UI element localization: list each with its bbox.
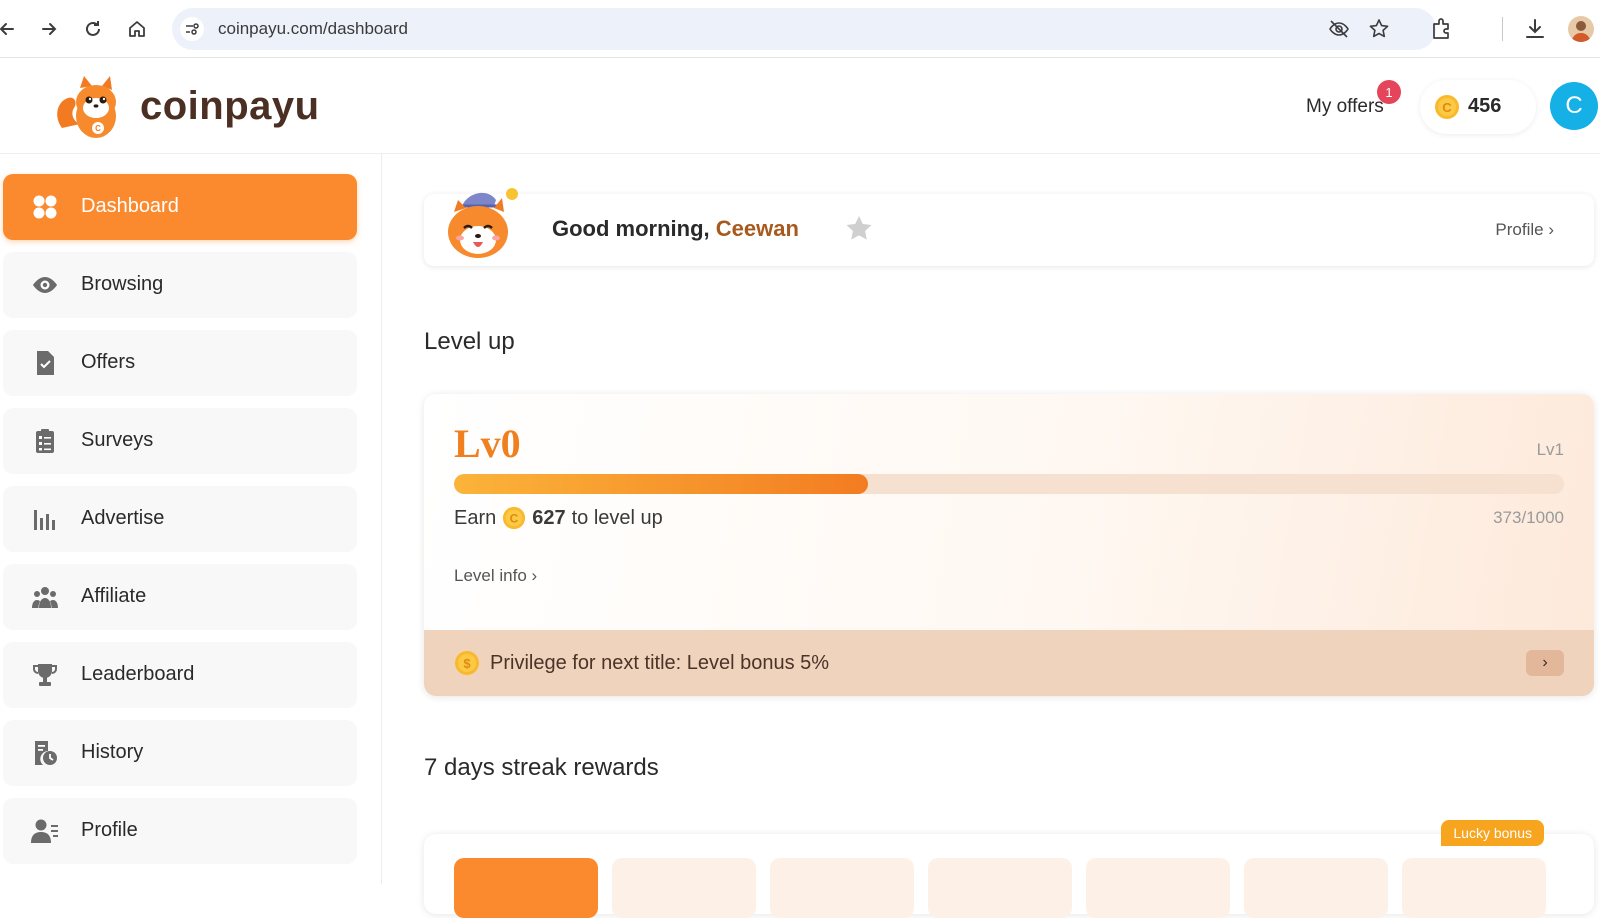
coin-icon: C [503,506,526,530]
dashboard-icon [33,195,57,219]
clipboard-list-icon [36,429,54,453]
level-progress-text: 373/1000 [1493,508,1564,527]
sidebar-item-label: Browsing [81,273,164,295]
current-level: Lv0 [454,421,521,466]
sidebar-item-advertise[interactable]: Advertise [3,486,357,552]
coin-balance[interactable]: C 456 [1420,80,1536,134]
users-icon [32,587,58,608]
profile-link[interactable]: Profile › [1495,220,1554,240]
sidebar-item-offers[interactable]: Offers [3,330,357,396]
brand-name[interactable]: coinpayu [140,84,320,129]
eye-off-icon[interactable] [1328,18,1350,40]
bar-chart-icon [34,510,55,530]
sidebar-item-label: Leaderboard [81,663,195,685]
history-icon [35,741,57,765]
sidebar-item-profile[interactable]: Profile [3,798,357,864]
streak-day-4[interactable] [928,858,1072,918]
extensions-icon[interactable] [1428,16,1454,42]
address-bar[interactable]: coinpayu.com/dashboard [172,8,1436,50]
earn-amount: 627 [532,506,566,529]
my-offers-link[interactable]: My offers [1306,96,1384,118]
forward-icon[interactable] [34,14,64,44]
site-header: C coinpayu My offers 1 C 456 C [0,58,1600,154]
streak-day-1[interactable] [454,858,598,918]
offers-count-badge: 1 [1377,80,1401,104]
home-icon[interactable] [122,14,152,44]
streak-card: Lucky bonus [424,820,1594,918]
main-content: Good morning, Ceewan Profile › Level up … [382,154,1600,918]
greeting-text: Good morning, Ceewan [552,216,799,242]
earn-suffix: to level up [571,506,663,529]
privilege-text: Privilege for next title: Level bonus 5% [490,652,830,674]
trophy-icon [33,664,57,686]
sidebar-item-browsing[interactable]: Browsing [3,252,357,318]
star-icon[interactable] [844,214,874,244]
chevron-right-icon[interactable]: › [1526,650,1564,676]
greeting-card: Good morning, Ceewan Profile › [424,188,1594,266]
level-info-link[interactable]: Level info › [454,566,537,586]
document-check-icon [37,351,54,375]
streak-day-3[interactable] [770,858,914,918]
user-avatar[interactable]: C [1550,82,1598,130]
level-progress-bar [454,474,1564,494]
svg-text:C: C [1442,100,1452,115]
level-card: Lv0 Lv1 Earn C 627 to level up 373/1000 … [424,394,1594,696]
sidebar: Dashboard Browsing Offers Surveys Advert… [0,154,382,884]
download-icon[interactable] [1522,16,1548,42]
sleepy-squirrel-mascot-icon [448,188,518,258]
sidebar-item-affiliate[interactable]: Affiliate [3,564,357,630]
greeting-prefix: Good morning, [552,216,716,241]
dollar-coin-icon: $ [455,651,479,675]
streak-day-2[interactable] [612,858,756,918]
streak-day-6[interactable] [1244,858,1388,918]
sidebar-item-label: Dashboard [81,195,179,217]
sidebar-item-label: Profile [81,819,138,841]
back-icon[interactable] [0,14,22,44]
reload-icon[interactable] [78,14,108,44]
bookmark-star-icon[interactable] [1368,18,1390,40]
squirrel-logo-icon[interactable]: C [52,68,128,144]
coin-balance-value: 456 [1468,95,1502,117]
browser-toolbar: coinpayu.com/dashboard [0,0,1600,58]
sidebar-item-dashboard[interactable]: Dashboard [3,174,357,240]
svg-text:C: C [95,124,101,133]
sidebar-item-surveys[interactable]: Surveys [3,408,357,474]
lucky-bonus-badge: Lucky bonus [1441,820,1544,846]
svg-text:C: C [510,512,519,526]
toolbar-separator [1502,17,1503,41]
earn-prefix: Earn [454,506,497,529]
sidebar-item-label: Offers [81,351,136,373]
streak-day-7[interactable] [1402,858,1546,918]
user-profile-icon [31,819,58,843]
earn-to-level-text: Earn C 627 to level up [454,506,663,530]
sidebar-item-label: History [81,741,144,763]
sidebar-item-label: Advertise [81,507,165,529]
svg-text:$: $ [463,656,471,671]
next-level: Lv1 [1536,440,1564,459]
level-up-title: Level up [424,328,515,355]
coin-icon: C [1435,95,1459,119]
sidebar-item-label: Surveys [81,429,154,451]
site-settings-icon[interactable] [180,17,204,41]
sidebar-item-leaderboard[interactable]: Leaderboard [3,642,357,708]
eye-icon [33,277,57,293]
greeting-username: Ceewan [715,216,799,241]
browser-profile-avatar[interactable] [1568,16,1594,42]
sidebar-item-history[interactable]: History [3,720,357,786]
url-text[interactable]: coinpayu.com/dashboard [218,19,408,39]
sidebar-item-label: Affiliate [81,585,147,607]
streak-title: 7 days streak rewards [424,754,659,781]
privilege-banner[interactable]: $ Privilege for next title: Level bonus … [424,630,1594,696]
streak-day-5[interactable] [1086,858,1230,918]
level-progress-fill [454,474,869,494]
